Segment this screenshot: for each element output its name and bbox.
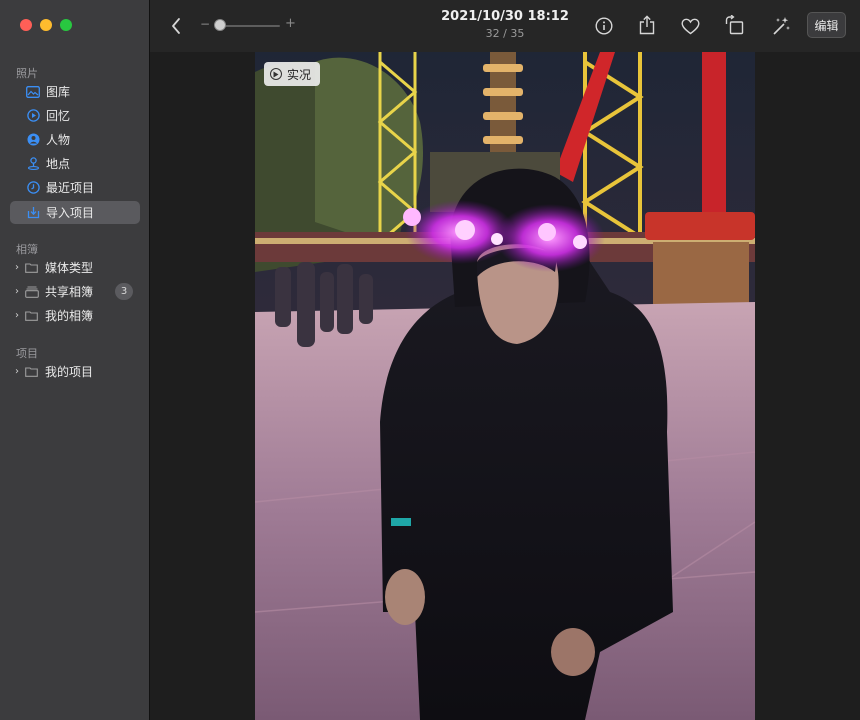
projects-section-label: 项目 [16, 347, 38, 360]
window-controls [20, 19, 72, 31]
auto-enhance-button[interactable] [769, 14, 793, 38]
sidebar-item-places[interactable]: 地点 [10, 152, 140, 175]
sidebar-item-label: 导入项目 [46, 206, 95, 220]
sidebar-item-library[interactable]: 图库 [10, 80, 140, 103]
chevron-right-icon[interactable]: › [15, 286, 25, 297]
albums-section-label: 相簿 [16, 243, 38, 256]
share-icon [639, 15, 655, 35]
shared-album-icon [25, 285, 39, 299]
library-icon [26, 85, 40, 99]
edit-button[interactable]: 编辑 [807, 12, 846, 38]
sidebar-item-my-projects[interactable]: › 我的项目 [10, 360, 140, 383]
zoom-in-label[interactable]: + [285, 16, 296, 31]
photo-position-counter: 32 / 35 [485, 27, 525, 40]
chevron-right-icon[interactable]: › [15, 262, 25, 273]
folder-icon [25, 309, 39, 323]
info-icon [595, 17, 613, 35]
sidebar-item-label: 地点 [46, 157, 71, 171]
zoom-window-button[interactable] [60, 19, 72, 31]
sidebar-item-label: 媒体类型 [45, 261, 94, 275]
chevron-left-icon [172, 18, 180, 34]
sidebar: 照片 图库 回忆 人物 地点 最近项目 导入项目 相簿 › 媒体类型 › 共享相… [0, 0, 150, 720]
sidebar-item-label: 最近项目 [46, 181, 95, 195]
magic-wand-icon [773, 17, 790, 35]
share-button[interactable] [636, 13, 658, 37]
memories-icon [26, 109, 40, 123]
places-icon [26, 157, 40, 171]
live-photo-label: 实况 [287, 67, 312, 82]
heart-icon [680, 18, 700, 34]
sidebar-item-my-albums[interactable]: › 我的相簿 [10, 304, 140, 327]
sidebar-item-label: 我的相簿 [45, 309, 94, 323]
minimize-window-button[interactable] [40, 19, 52, 31]
sidebar-item-memories[interactable]: 回忆 [10, 104, 140, 127]
sidebar-item-recents[interactable]: 最近项目 [10, 176, 140, 199]
sidebar-item-media-types[interactable]: › 媒体类型 [10, 256, 140, 279]
back-button[interactable] [166, 15, 186, 37]
chevron-right-icon[interactable]: › [15, 366, 25, 377]
sidebar-item-imports[interactable]: 导入项目 [10, 201, 140, 224]
photos-window: 照片 图库 回忆 人物 地点 最近项目 导入项目 相簿 › 媒体类型 › 共享相… [0, 0, 860, 720]
zoom-out-label[interactable]: − [200, 17, 210, 31]
rotate-icon [725, 15, 743, 35]
folder-icon [25, 261, 39, 275]
people-icon [26, 133, 40, 147]
info-button[interactable] [593, 15, 615, 37]
sidebar-item-label: 我的项目 [45, 365, 94, 379]
folder-icon [25, 365, 39, 379]
sidebar-item-label: 人物 [46, 133, 71, 147]
zoom-slider-knob[interactable] [214, 19, 226, 31]
sidebar-item-label: 图库 [46, 85, 71, 99]
photo-date-title: 2021/10/30 18:12 [441, 9, 569, 24]
live-photo-badge[interactable]: 实况 [264, 62, 320, 86]
live-photo-icon [270, 68, 282, 80]
shared-albums-count-badge: 3 [115, 283, 133, 300]
sidebar-item-label: 回忆 [46, 109, 71, 123]
photo-viewer[interactable]: 实况 [255, 52, 755, 720]
sidebar-item-people[interactable]: 人物 [10, 128, 140, 151]
recents-icon [26, 181, 40, 195]
favorite-button[interactable] [679, 15, 701, 37]
imports-icon [26, 206, 40, 220]
toolbar: − + 2021/10/30 18:12 32 / 35 编辑 [150, 0, 860, 52]
night-amusement-park-photo [255, 52, 755, 720]
sidebar-item-shared-albums[interactable]: › 共享相簿 3 [10, 280, 140, 303]
chevron-right-icon[interactable]: › [15, 310, 25, 321]
rotate-button[interactable] [723, 13, 745, 37]
close-window-button[interactable] [20, 19, 32, 31]
photos-section-label: 照片 [16, 67, 38, 80]
sidebar-item-label: 共享相簿 [45, 285, 94, 299]
